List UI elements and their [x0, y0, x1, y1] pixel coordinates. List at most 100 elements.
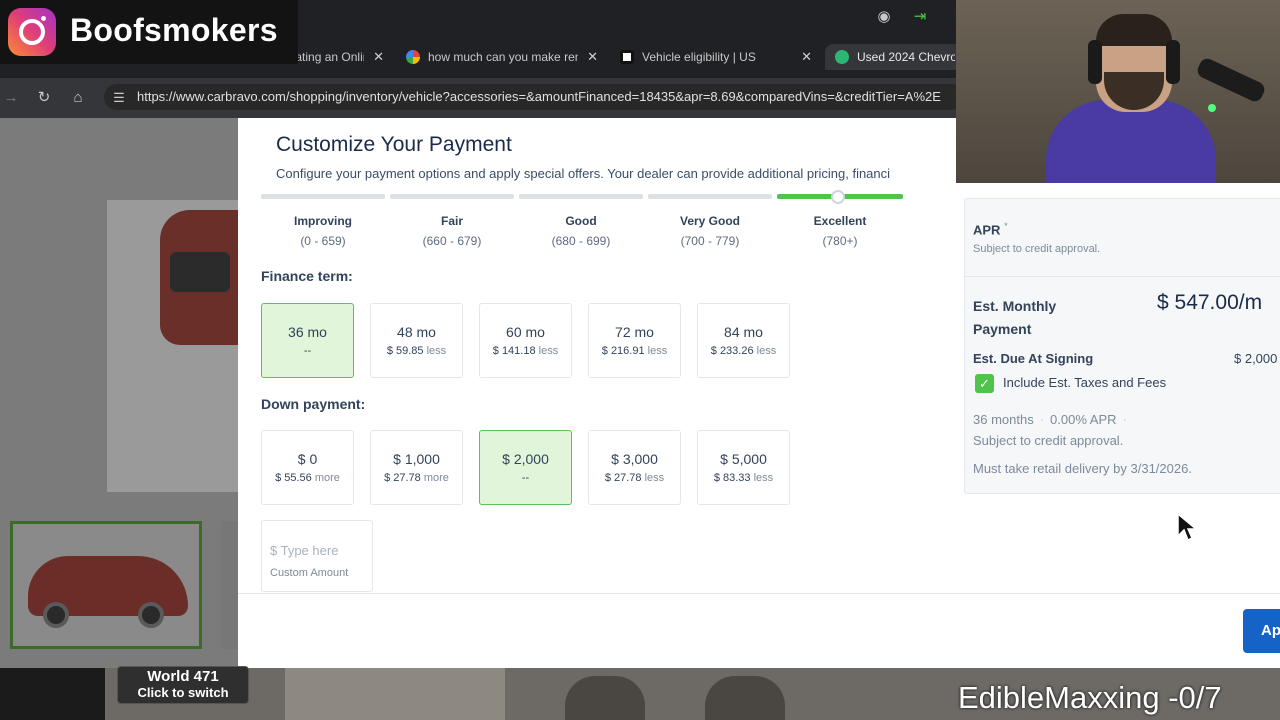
modal-title: Customize Your Payment: [276, 133, 512, 156]
option-amount: $ 216.91: [601, 345, 645, 357]
custom-amount-field[interactable]: $ Type here Custom Amount: [261, 520, 373, 592]
modal-footer-divider: [238, 593, 1280, 594]
finance-term-60-option[interactable]: 60 mo $ 141.18 less: [479, 303, 572, 378]
option-qualifier: less: [538, 345, 559, 357]
url-input[interactable]: https://www.carbravo.com/shopping/invent…: [104, 84, 964, 110]
apr-label: APR *: [973, 221, 1008, 237]
close-icon[interactable]: ✕: [373, 49, 384, 65]
thumbnail-wheel: [138, 602, 164, 628]
down-payment-label: Down payment:: [261, 396, 366, 412]
down-payment-0-option[interactable]: $ 0 $ 55.56 more: [261, 430, 354, 505]
credit-tier-improving[interactable]: Improving (0 - 659): [268, 214, 378, 248]
option-main: 72 mo: [615, 324, 654, 340]
option-sub: --: [480, 472, 571, 484]
option-sub: $ 55.56 more: [262, 472, 353, 484]
option-main: 84 mo: [724, 324, 763, 340]
include-taxes-checkbox[interactable]: ✓: [975, 374, 994, 393]
option-main: $ 2,000: [502, 451, 549, 467]
finance-term-72-option[interactable]: 72 mo $ 216.91 less: [588, 303, 681, 378]
credit-tier-bar[interactable]: [519, 194, 643, 199]
tab-title: how much can you make rent: [428, 50, 578, 64]
credit-tier-range: (700 - 779): [680, 234, 740, 248]
due-at-signing-value: $ 2,000: [1234, 351, 1278, 366]
option-amount: $ 83.33: [713, 472, 751, 484]
forward-icon[interactable]: →: [0, 87, 22, 109]
tab-2[interactable]: how much can you make rent ✕: [396, 44, 606, 70]
finance-term-36-option[interactable]: 36 mo --: [261, 303, 354, 378]
down-payment-5000-option[interactable]: $ 5,000 $ 83.33 less: [697, 430, 790, 505]
credit-tier-range: (660 - 679): [422, 234, 482, 248]
instagram-icon-ring: [19, 19, 45, 45]
tab-title: Vehicle eligibility | US: [642, 50, 756, 64]
option-sub: $ 59.85 less: [371, 345, 462, 357]
tab-title: Used 2024 Chevrolet: [857, 50, 955, 64]
option-main: 36 mo: [288, 324, 327, 340]
option-qualifier: more: [423, 472, 449, 484]
thumbnail-wheel: [43, 602, 69, 628]
reload-icon[interactable]: ↻: [33, 87, 55, 109]
headset-icon: [1166, 40, 1180, 84]
credit-slider-handle[interactable]: [831, 190, 845, 204]
option-qualifier: less: [644, 472, 665, 484]
summary-divider: [965, 276, 1280, 277]
credit-tier-bar[interactable]: [261, 194, 385, 199]
finance-term-84-option[interactable]: 84 mo $ 233.26 less: [697, 303, 790, 378]
apr-note: Subject to credit approval.: [973, 243, 1101, 255]
payment-summary-panel: APR * Subject to credit approval. Est. M…: [964, 198, 1280, 494]
credit-tier-excellent[interactable]: Excellent (780+): [785, 214, 895, 248]
world-switch-button[interactable]: World 471 Click to switch: [117, 666, 249, 704]
close-icon[interactable]: ✕: [801, 49, 812, 65]
option-amount: $ 27.78: [604, 472, 642, 484]
instagram-handle: Boofsmokers: [70, 12, 278, 48]
option-sub: $ 27.78 more: [371, 472, 462, 484]
headset-icon: [1088, 40, 1102, 84]
close-icon[interactable]: ✕: [587, 49, 598, 65]
vehicle-thumbnail[interactable]: [221, 521, 238, 649]
option-amount: $ 55.56: [275, 472, 312, 484]
screen: ◉ ⇥ s ✕ Thinking of Creating an Onlin ✕ …: [0, 0, 1280, 720]
finance-term-label: Finance term:: [261, 268, 353, 284]
option-main: $ 0: [297, 451, 318, 467]
apply-button[interactable]: Ap: [1243, 609, 1280, 653]
down-payment-2000-option[interactable]: $ 2,000 --: [479, 430, 572, 505]
home-icon[interactable]: ⌂: [67, 87, 89, 109]
option-sub: $ 27.78 less: [589, 472, 680, 484]
credit-tier-good[interactable]: Good (680 - 699): [526, 214, 636, 248]
status-light: [1208, 104, 1216, 112]
option-qualifier: more: [314, 472, 340, 484]
credit-tier-bar[interactable]: [648, 194, 772, 199]
site-settings-icon[interactable]: ☰: [108, 87, 130, 109]
sign-in-icon[interactable]: ⇥: [910, 7, 930, 27]
apr-label-text: APR: [973, 222, 1001, 238]
credit-tier-range: (780+): [822, 234, 858, 248]
option-amount: $ 233.26: [710, 345, 754, 357]
include-taxes-label: Include Est. Taxes and Fees: [1003, 375, 1167, 390]
vehicle-image-grill: [170, 252, 230, 292]
credit-tier-fair[interactable]: Fair (660 - 679): [397, 214, 507, 248]
tab-4[interactable]: Used 2024 Chevrolet: [825, 44, 965, 70]
option-qualifier: less: [647, 345, 668, 357]
option-amount: --: [303, 345, 312, 357]
option-qualifier: less: [753, 472, 774, 484]
down-payment-1000-option[interactable]: $ 1,000 $ 27.78 more: [370, 430, 463, 505]
credit-tier-range: (680 - 699): [551, 234, 611, 248]
option-sub: $ 216.91 less: [589, 345, 680, 357]
option-amount: $ 141.18: [492, 345, 536, 357]
down-payment-3000-option[interactable]: $ 3,000 $ 27.78 less: [588, 430, 681, 505]
credit-tier-bar[interactable]: [390, 194, 514, 199]
instagram-icon-dot: [41, 16, 46, 21]
tab-3[interactable]: Vehicle eligibility | US ✕: [610, 44, 820, 70]
discord-icon[interactable]: ◉: [874, 7, 894, 27]
finance-term-48-option[interactable]: 48 mo $ 59.85 less: [370, 303, 463, 378]
credit-tier-name: Improving: [293, 214, 352, 228]
option-amount: $ 59.85: [386, 345, 424, 357]
monthly-payment-label: Est. Monthly Payment: [973, 298, 1057, 337]
stream-caption: EdibleMaxxing -0/7: [958, 680, 1222, 715]
payment-modal: Customize Your Payment Configure your pa…: [238, 118, 1280, 668]
vehicle-thumbnail[interactable]: [10, 521, 202, 649]
game-scene: [565, 676, 645, 720]
option-sub: --: [262, 345, 353, 357]
credit-tier-very-good[interactable]: Very Good (700 - 779): [655, 214, 765, 248]
google-icon: [406, 50, 420, 64]
term-months: 36 months: [973, 412, 1034, 427]
